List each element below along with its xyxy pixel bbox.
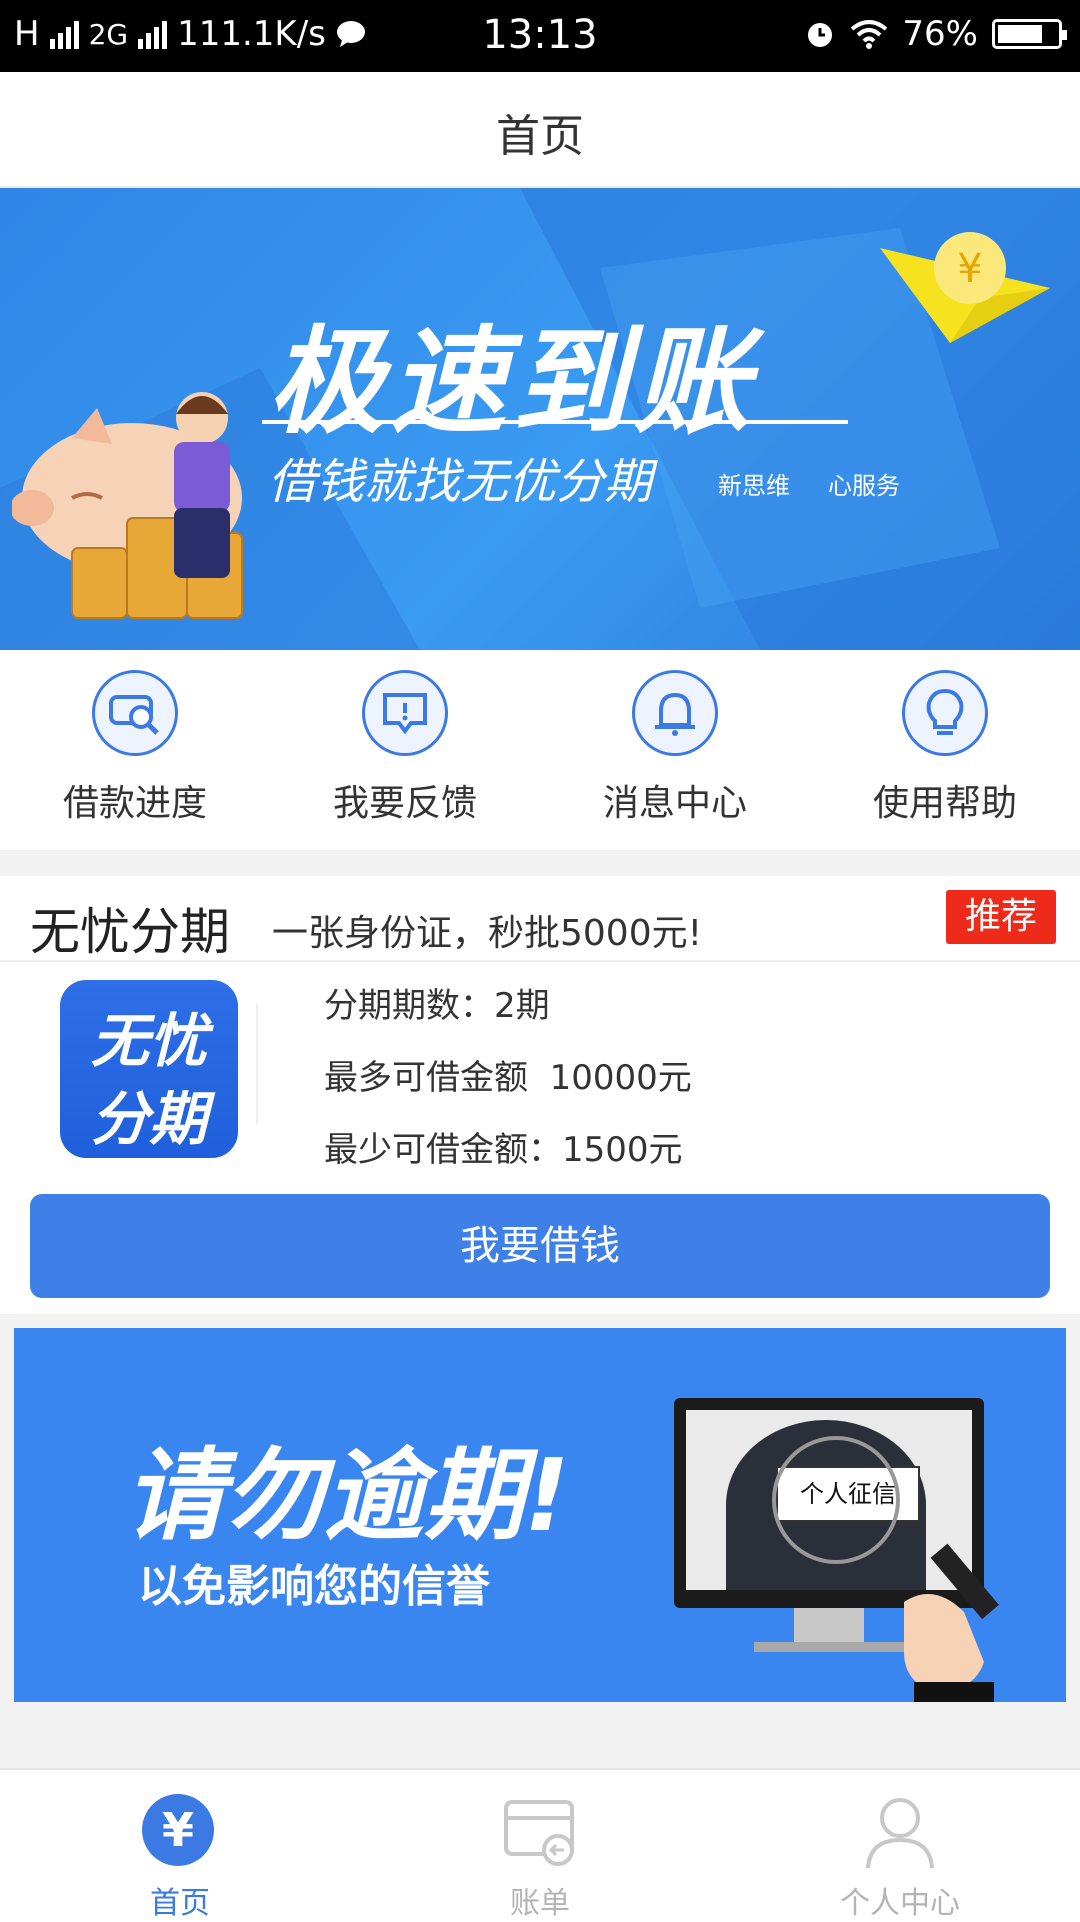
logo-divider <box>256 1004 258 1124</box>
bell-icon <box>632 670 718 756</box>
tab-profile[interactable]: 个人中心 <box>720 1770 1080 1922</box>
product-logo: 无忧 分期 <box>60 980 238 1158</box>
borrow-button[interactable]: 我要借钱 <box>30 1194 1050 1298</box>
logo-line-1: 无忧 <box>90 1007 207 1075</box>
quick-label: 我要反馈 <box>332 783 477 824</box>
yen-icon: ¥ <box>142 1794 218 1870</box>
notice-banner[interactable]: 请勿逾期! 以免影响您的信誉 个人征信 <box>14 1328 1066 1702</box>
quick-item-messages[interactable]: 消息中心 <box>540 650 810 850</box>
notice-subtitle: 以免影响您的信誉 <box>138 1561 490 1612</box>
monitor-base <box>754 1642 904 1652</box>
hero-banner[interactable]: ¥ 极速到账 借钱就找无优分期 新思维 心服务 <box>0 188 1080 650</box>
min-amount-text: 最少可借金额：1500元 <box>324 1130 683 1170</box>
quick-item-help[interactable]: 使用帮助 <box>810 650 1080 850</box>
max-amount-text: 最多可借金额 10000元 <box>324 1058 692 1098</box>
search-doc-icon <box>92 670 178 756</box>
product-name: 无忧分期 <box>30 903 230 961</box>
page-title: 首页 <box>496 111 584 162</box>
lightbulb-icon <box>902 670 988 756</box>
svg-text:¥: ¥ <box>957 246 982 292</box>
quick-label: 借款进度 <box>62 783 207 824</box>
tab-bar: ¥ 首页 账单 个人中心 <box>0 1768 1080 1922</box>
notice-title: 请勿逾期! <box>124 1437 570 1554</box>
tab-label: 个人中心 <box>840 1886 960 1921</box>
monitor-stand <box>794 1608 864 1644</box>
battery-level <box>998 25 1043 43</box>
alarm-icon <box>808 23 833 47</box>
battery-percent: 76% <box>902 14 978 54</box>
wifi-icon <box>851 20 888 49</box>
user-icon <box>862 1794 938 1870</box>
hero-tag-2: 心服务 <box>828 472 900 500</box>
logo-line-2: 分期 <box>90 1085 207 1153</box>
recommend-badge: 推荐 <box>946 890 1056 944</box>
hero-tag-1: 新思维 <box>718 472 790 500</box>
battery-icon <box>992 19 1067 49</box>
quick-label: 使用帮助 <box>872 783 1017 824</box>
hand-holding-magnifier-illustration <box>904 1543 999 1702</box>
piggy-bank-illustration <box>12 392 243 619</box>
quick-menu: 借款进度 我要反馈 消息中心 使用帮助 <box>0 650 1080 850</box>
product-card: 无忧分期 一张身份证，秒批5000元! 推荐 无忧 分期 分期期数：2期 最多可… <box>0 876 1080 1314</box>
feedback-icon <box>362 670 448 756</box>
installments-text: 分期期数：2期 <box>324 986 550 1026</box>
tab-label: 账单 <box>510 1886 570 1921</box>
product-slogan: 一张身份证，秒批5000元! <box>272 913 703 954</box>
product-card-header: 无忧分期 一张身份证，秒批5000元! 推荐 <box>0 876 1080 962</box>
hero-subtitle: 借钱就找无优分期 <box>268 454 653 510</box>
paper-plane-icon: ¥ <box>880 232 1050 343</box>
quick-label: 消息中心 <box>602 783 747 824</box>
quick-item-feedback[interactable]: 我要反馈 <box>270 650 540 850</box>
page-header: 首页 <box>0 72 1080 188</box>
quick-item-loan-progress[interactable]: 借款进度 <box>0 650 270 850</box>
status-right: 76% <box>804 14 1067 54</box>
tab-home[interactable]: ¥ 首页 <box>0 1770 360 1922</box>
tab-bill[interactable]: 账单 <box>360 1770 720 1922</box>
status-bar: H 2G 111.1K/s 13:13 76% <box>0 0 1080 72</box>
hero-divider <box>262 420 848 424</box>
tab-label: 首页 <box>150 1886 210 1921</box>
bill-icon <box>502 1794 578 1870</box>
hero-title: 极速到账 <box>268 315 756 450</box>
